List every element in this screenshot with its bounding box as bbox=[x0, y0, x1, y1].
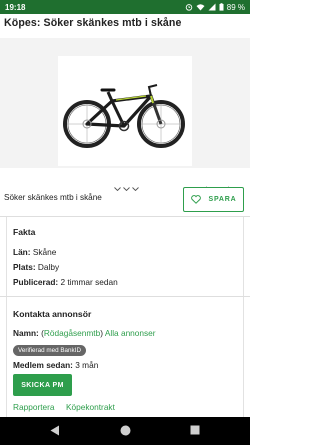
navigation-bar bbox=[0, 417, 250, 445]
all-ads-link[interactable]: Alla annonser bbox=[105, 328, 156, 338]
send-message-button[interactable]: SKICKA PM bbox=[13, 374, 72, 396]
heart-icon bbox=[190, 195, 201, 204]
fact-value: 2 timmar sedan bbox=[60, 277, 118, 287]
save-button[interactable]: SPARA bbox=[183, 187, 244, 212]
wifi-icon bbox=[196, 4, 205, 11]
ad-name: Söker skänkes mtb i skåne bbox=[4, 193, 102, 202]
home-icon[interactable] bbox=[120, 425, 131, 436]
verified-badge: Verifierad med BankID bbox=[13, 345, 86, 356]
save-label: SPARA bbox=[208, 196, 237, 203]
fact-row-lan: Län: Skåne bbox=[13, 247, 56, 257]
contact-heading: Kontakta annonsör bbox=[13, 309, 92, 319]
member-since-row: Medlem sedan: 3 mån bbox=[13, 360, 98, 370]
fact-value: Dalby bbox=[37, 262, 60, 272]
seller-name-link[interactable]: Rödagåsenmtb bbox=[44, 328, 100, 338]
gallery-dot-icon bbox=[132, 187, 139, 191]
alarm-icon bbox=[185, 4, 193, 11]
contact-name-row: Namn: (Rödagåsenmtb) Alla annonser bbox=[13, 328, 156, 338]
facts-heading: Fakta bbox=[13, 227, 36, 237]
bike-photo bbox=[58, 56, 192, 166]
contract-link[interactable]: Köpekontrakt bbox=[66, 402, 115, 412]
member-value: 3 mån bbox=[75, 360, 99, 370]
fact-row-publicerad: Publicerad: 2 timmar sedan bbox=[13, 277, 118, 287]
fact-row-plats: Plats: Dalby bbox=[13, 262, 59, 272]
battery-icon bbox=[219, 3, 224, 11]
image-gallery[interactable] bbox=[0, 38, 250, 198]
fact-label: Plats: bbox=[13, 262, 36, 272]
signal-icon bbox=[208, 3, 216, 11]
fact-value: Skåne bbox=[32, 247, 57, 257]
gallery-dot-icon bbox=[114, 187, 121, 191]
gallery-dots bbox=[114, 187, 139, 191]
fact-label: Publicerad: bbox=[13, 277, 59, 287]
member-label: Medlem sedan: bbox=[13, 360, 73, 370]
gallery-dot-icon bbox=[123, 187, 130, 191]
recents-icon[interactable] bbox=[190, 425, 200, 435]
name-label: Namn: bbox=[13, 328, 39, 338]
report-link[interactable]: Rapportera bbox=[13, 402, 55, 412]
page-title: Köpes: Söker skänkes mtb i skåne bbox=[4, 17, 182, 29]
battery-percent: 89 % bbox=[226, 2, 245, 12]
status-time: 19:18 bbox=[5, 2, 26, 12]
fact-label: Län: bbox=[13, 247, 31, 257]
status-bar: 19:18 89 % bbox=[0, 0, 250, 14]
name-paren-close: ) bbox=[100, 328, 103, 338]
back-icon[interactable] bbox=[50, 425, 60, 436]
